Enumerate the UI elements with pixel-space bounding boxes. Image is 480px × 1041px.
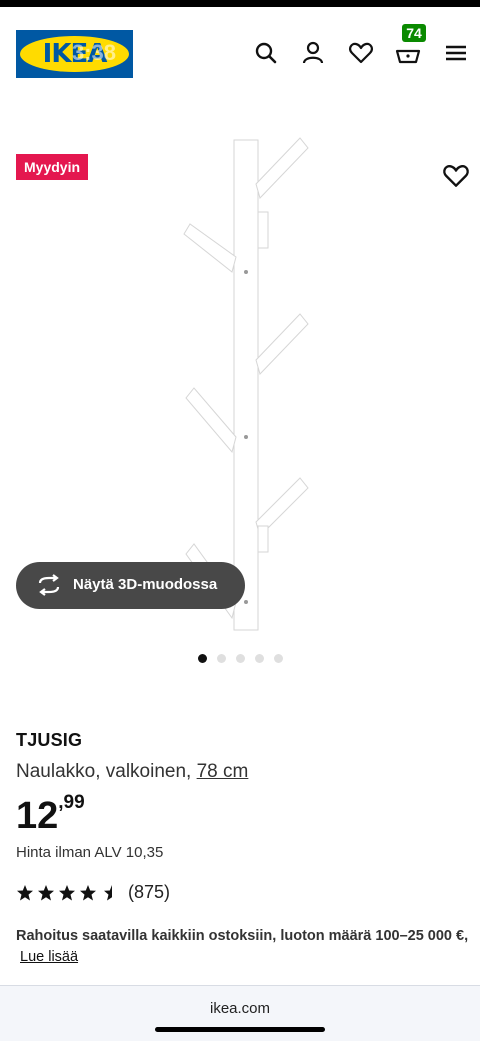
gallery-dot[interactable]	[235, 654, 245, 663]
cart-count-badge: 74	[402, 24, 426, 42]
price-decimal: ,99	[58, 792, 85, 813]
menu-icon[interactable]	[443, 40, 469, 66]
home-indicator	[155, 1027, 325, 1032]
browser-url-bar[interactable]: ikea.com	[0, 985, 480, 1041]
status-time: 3:38	[72, 40, 117, 65]
cart-icon[interactable]	[395, 40, 421, 66]
ikea-logo[interactable]: IKEA 3:38	[16, 30, 133, 95]
product-description: Naulakko, valkoinen, 78 cm	[16, 761, 472, 783]
add-to-favourites-icon[interactable]	[442, 162, 470, 190]
rotate-3d-icon	[38, 574, 60, 596]
gallery-dot[interactable]	[273, 654, 283, 663]
rating-stars-icon	[17, 885, 112, 901]
url-text: ikea.com	[209, 1000, 271, 1017]
gallery-dot[interactable]	[216, 654, 226, 663]
rating-count: (875)	[128, 882, 171, 902]
product-gallery[interactable]: Myydyin Näytä 3D-muodossa	[0, 102, 480, 663]
gallery-dot[interactable]	[254, 654, 264, 663]
chevron-down-icon	[47, 87, 57, 95]
bestseller-badge: Myydyin	[16, 154, 89, 180]
favourites-icon[interactable]	[348, 40, 374, 66]
product-size-link[interactable]: 78 cm	[197, 761, 249, 782]
financing-text: Rahoitus saatavilla kaikkiin ostoksiin, …	[16, 928, 469, 944]
product-price: 12,99	[16, 792, 85, 838]
product-info: TJUSIG Naulakko, valkoinen, 78 cm 12,99 …	[16, 730, 472, 965]
gallery-pagination	[0, 654, 480, 664]
read-more-link[interactable]: Lue lisää	[20, 949, 78, 965]
product-type: Naulakko, valkoinen,	[16, 761, 192, 782]
product-image	[183, 137, 309, 631]
price-integer: 12	[16, 795, 59, 837]
search-icon[interactable]	[253, 40, 279, 66]
price-excl-vat: Hinta ilman ALV 10,35	[16, 844, 164, 861]
account-icon[interactable]	[300, 40, 326, 66]
site-header: IKEA 3:38 74	[0, 7, 480, 102]
status-bar	[0, 0, 480, 7]
product-name: TJUSIG	[16, 730, 83, 750]
gallery-dot[interactable]	[197, 654, 207, 663]
view-3d-button[interactable]: Näytä 3D-muodossa	[16, 562, 245, 609]
view-3d-label: Näytä 3D-muodossa	[73, 576, 218, 593]
financing-info: Rahoitus saatavilla kaikkiin ostoksiin, …	[16, 926, 476, 968]
